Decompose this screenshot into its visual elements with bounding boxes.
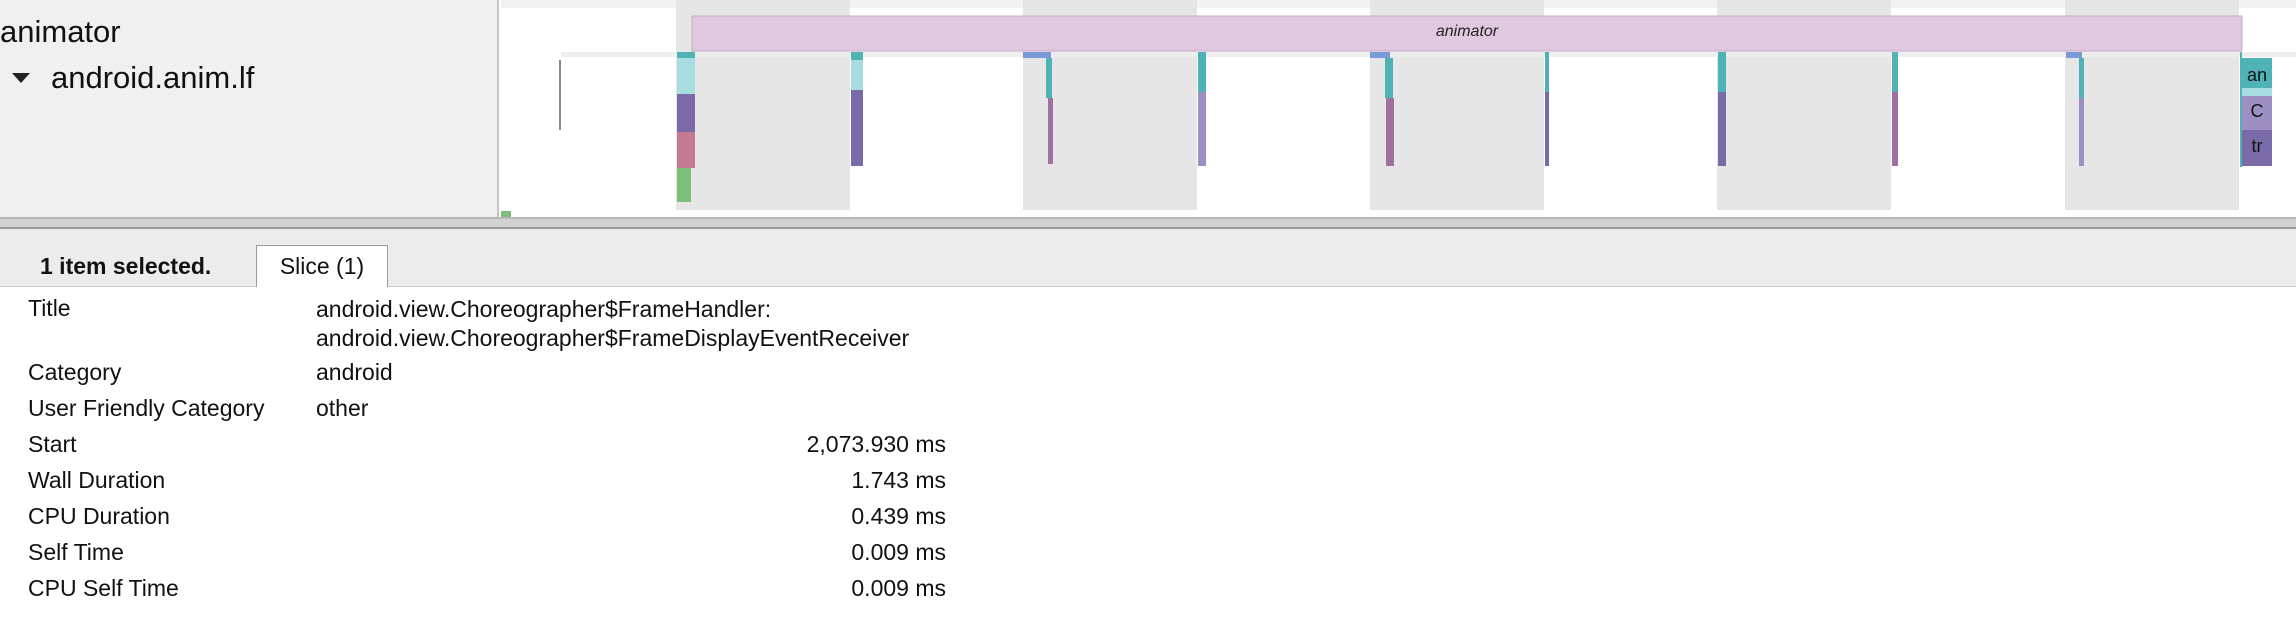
detail-value-cpu-self-time: 0.009 ms	[851, 575, 946, 601]
detail-row-cpu-duration: CPU Duration 0.439 ms	[28, 500, 948, 536]
edge-slice-label: C	[2251, 101, 2264, 121]
selection-summary: 1 item selected.	[40, 253, 212, 279]
track-separator	[561, 52, 2296, 57]
detail-value-category: android	[316, 359, 393, 385]
timeline-slices[interactable]: animator an C tr	[501, 0, 2296, 217]
detail-label: User Friendly Category	[28, 395, 265, 421]
panel-resize-divider[interactable]	[0, 217, 2296, 229]
slice-details-table: Title android.view.Choreographer$FrameHa…	[28, 292, 948, 608]
detail-value-title[interactable]: android.view.Choreographer$FrameHandler:…	[316, 295, 909, 353]
thread-track-header[interactable]: android.anim.lf	[10, 60, 254, 96]
frame-slice-stack[interactable]	[1545, 52, 1549, 166]
detail-value-start[interactable]: 2,073.930 ms	[807, 431, 946, 458]
detail-row-title: Title android.view.Choreographer$FrameHa…	[28, 292, 948, 356]
caret-down-icon[interactable]	[12, 73, 30, 83]
frame-slice-stack[interactable]	[1198, 52, 1206, 166]
detail-row-start: Start 2,073.930 ms	[28, 428, 948, 464]
frame-slice-stack[interactable]	[1718, 52, 1726, 166]
detail-label: Category	[28, 359, 122, 385]
frame-slice-stack[interactable]	[851, 52, 863, 166]
timeline-tick	[559, 60, 561, 130]
edge-slice-label: tr	[2252, 136, 2263, 156]
detail-row-cpu-self-time: CPU Self Time 0.009 ms	[28, 572, 948, 608]
process-track-title: animator	[0, 14, 121, 49]
edge-slice-label: an	[2247, 65, 2267, 85]
detail-row-wall-duration: Wall Duration 1.743 ms	[28, 464, 948, 500]
frame-slice-stack[interactable]	[1892, 52, 1898, 166]
detail-value-line: android.view.Choreographer$FrameDisplayE…	[316, 325, 910, 351]
track-label-panel: animator android.anim.lf	[0, 0, 499, 217]
timeline-canvas[interactable]: animator an C tr	[501, 0, 2296, 217]
detail-label: Title	[28, 295, 71, 321]
detail-value-wall-duration: 1.743 ms	[851, 467, 946, 493]
detail-value-cpu-duration: 0.439 ms	[851, 503, 946, 529]
detail-value-user-friendly-category: other	[316, 395, 369, 421]
frame-slice-stack-edge[interactable]: an C tr	[2240, 52, 2272, 167]
detail-label: Self Time	[28, 539, 124, 565]
detail-row-user-friendly-category: User Friendly Category other	[28, 392, 948, 428]
detail-row-self-time: Self Time 0.009 ms	[28, 536, 948, 572]
analysis-tab-strip: 1 item selected. Slice (1)	[0, 229, 2296, 287]
tab-slice[interactable]: Slice (1)	[256, 245, 388, 287]
animator-slice-label: animator	[1436, 23, 1499, 40]
thread-track-title: android.anim.lf	[51, 60, 255, 95]
detail-label: Wall Duration	[28, 467, 166, 493]
detail-value-self-time: 0.009 ms	[851, 539, 946, 565]
detail-label: Start	[28, 431, 77, 457]
detail-label: CPU Self Time	[28, 575, 179, 601]
detail-row-category: Category android	[28, 356, 948, 392]
detail-value-line: android.view.Choreographer$FrameHandler:	[316, 296, 772, 322]
detail-label: CPU Duration	[28, 503, 170, 529]
track-view: animator android.anim.lf animator an C t…	[0, 0, 2296, 217]
